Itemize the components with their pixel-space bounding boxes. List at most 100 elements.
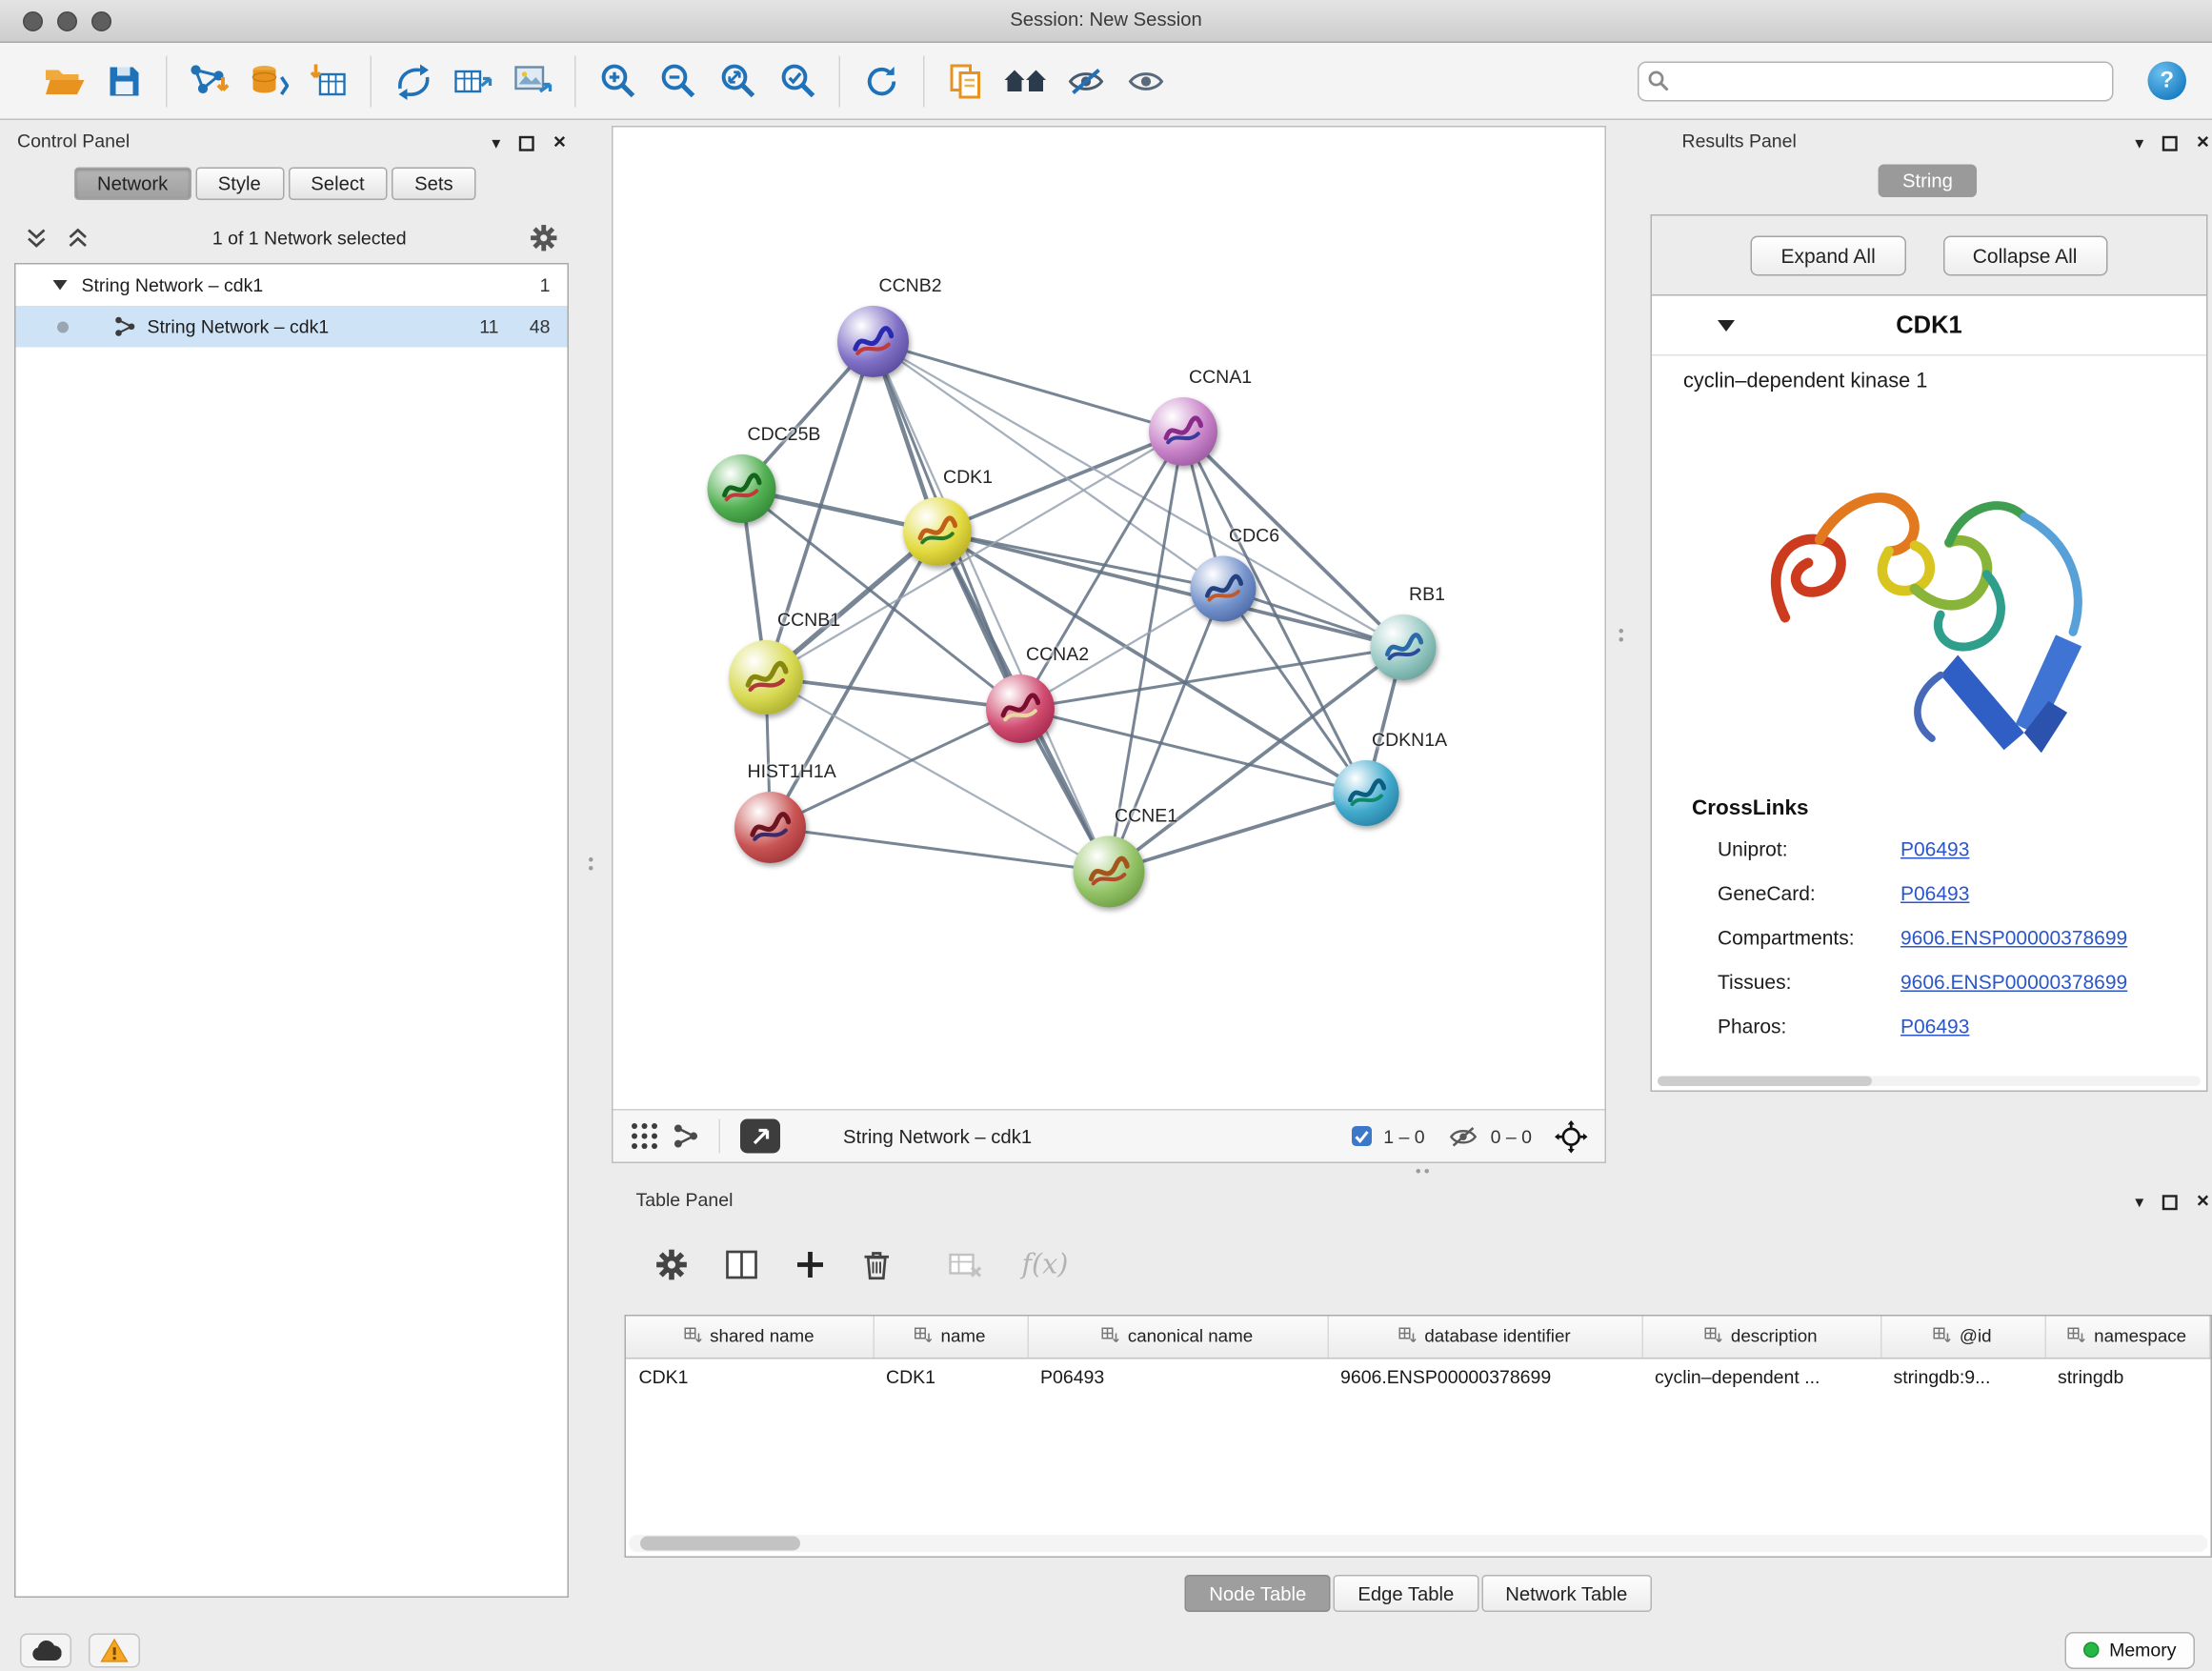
panel-float-icon[interactable]	[2162, 1194, 2179, 1210]
column-header[interactable]: database identifier	[1328, 1317, 1642, 1359]
right-splitter-handle[interactable]	[1615, 620, 1626, 649]
tab-network[interactable]: Network	[74, 168, 191, 201]
export-table-button[interactable]	[443, 50, 503, 111]
network-edge[interactable]	[874, 342, 1404, 648]
help-button[interactable]: ?	[2148, 62, 2187, 101]
import-table-from-file-button[interactable]	[299, 50, 359, 111]
tab-network-table[interactable]: Network Table	[1481, 1575, 1652, 1612]
show-all-button[interactable]	[1116, 50, 1176, 111]
crosslink-link[interactable]: P06493	[1900, 881, 1969, 904]
network-node-ccna2[interactable]	[986, 674, 1055, 743]
protein-section-header[interactable]: CDK1	[1652, 296, 2206, 356]
column-header[interactable]: name	[874, 1317, 1028, 1359]
network-edge[interactable]	[874, 342, 1184, 433]
network-share-icon[interactable]	[674, 1123, 699, 1149]
panel-close-icon[interactable]: ×	[553, 136, 566, 151]
table-row[interactable]: CDK1CDK1P064939606.ENSP00000378699cyclin…	[626, 1358, 2210, 1397]
network-edge[interactable]	[937, 532, 1403, 648]
open-in-browser-button[interactable]	[740, 1119, 780, 1154]
pan-crosshair-icon[interactable]	[1555, 1119, 1588, 1153]
network-node-ccnb1[interactable]	[729, 640, 803, 715]
title-bar[interactable]: Session: New Session	[0, 0, 2212, 43]
network-node-rb1[interactable]	[1371, 614, 1437, 680]
table-cell[interactable]: CDK1	[874, 1358, 1028, 1397]
left-splitter-handle[interactable]	[585, 849, 596, 877]
network-canvas[interactable]: CCNB2CCNA1CDC25BCDK1CDC6RB1CCNB1CCNA2CDK…	[613, 128, 1605, 1110]
tab-style[interactable]: Style	[195, 168, 284, 201]
expand-all-icon[interactable]	[68, 227, 90, 249]
table-cell[interactable]: cyclin–dependent ...	[1642, 1358, 1881, 1397]
cloud-status-button[interactable]	[20, 1633, 71, 1667]
zoom-out-button[interactable]	[648, 50, 708, 111]
column-header[interactable]: @id	[1880, 1317, 2045, 1359]
birdseye-grid-icon[interactable]	[631, 1122, 659, 1151]
disclosure-triangle-icon[interactable]	[53, 280, 68, 291]
network-node-ccna1[interactable]	[1149, 397, 1217, 466]
network-collection-row[interactable]: String Network – cdk1 1	[16, 265, 568, 307]
search-input[interactable]	[1638, 61, 2114, 101]
table-cell[interactable]: stringdb	[2045, 1358, 2210, 1397]
import-network-from-file-button[interactable]	[179, 50, 239, 111]
panel-float-icon[interactable]	[2162, 135, 2179, 151]
network-edge[interactable]	[1020, 709, 1366, 794]
network-snapshot-button[interactable]	[936, 50, 996, 111]
table-cell[interactable]: CDK1	[626, 1358, 874, 1397]
bottom-splitter-handle[interactable]	[1406, 1165, 1438, 1177]
crosslink-link[interactable]: P06493	[1900, 1014, 1969, 1037]
export-image-button[interactable]	[503, 50, 563, 111]
network-row[interactable]: String Network – cdk1 11 48	[16, 306, 568, 348]
memory-button[interactable]: Memory	[2065, 1632, 2195, 1669]
table-options-gear-icon[interactable]	[656, 1249, 688, 1280]
network-node-cdk1[interactable]	[903, 497, 972, 566]
network-edge[interactable]	[874, 342, 1110, 873]
tab-node-table[interactable]: Node Table	[1185, 1575, 1331, 1612]
panel-collapse-icon[interactable]: ▾	[2135, 1192, 2143, 1212]
table-cell[interactable]: 9606.ENSP00000378699	[1328, 1358, 1642, 1397]
delete-column-icon[interactable]	[863, 1249, 891, 1280]
column-header[interactable]: canonical name	[1028, 1317, 1328, 1359]
birds-eye-home-button[interactable]	[996, 50, 1056, 111]
selected-nodes-checkbox[interactable]	[1352, 1126, 1372, 1146]
scrollbar-thumb[interactable]	[640, 1537, 800, 1551]
tab-string[interactable]: String	[1879, 165, 1978, 198]
panel-float-icon[interactable]	[519, 135, 535, 151]
zoom-fit-button[interactable]	[708, 50, 768, 111]
zoom-in-button[interactable]	[588, 50, 648, 111]
panel-close-icon[interactable]: ×	[2197, 1195, 2209, 1209]
column-header[interactable]: description	[1642, 1317, 1881, 1359]
network-options-gear-icon[interactable]	[531, 224, 558, 252]
disclosure-triangle-icon[interactable]	[1718, 320, 1735, 332]
hidden-eye-icon[interactable]	[1448, 1124, 1479, 1149]
network-node-cdc25b[interactable]	[708, 454, 776, 523]
hide-selected-button[interactable]	[1056, 50, 1116, 111]
network-from-selection-button[interactable]	[383, 50, 443, 111]
tab-select[interactable]: Select	[288, 168, 387, 201]
network-node-hist1h1a[interactable]	[734, 792, 806, 863]
crosslink-link[interactable]: P06493	[1900, 836, 1969, 859]
network-edge[interactable]	[766, 677, 1020, 709]
show-columns-icon[interactable]	[726, 1251, 757, 1279]
network-node-ccnb2[interactable]	[837, 306, 909, 377]
save-session-button[interactable]	[94, 50, 154, 111]
column-header[interactable]: shared name	[626, 1317, 874, 1359]
import-network-from-database-button[interactable]	[239, 50, 299, 111]
warnings-button[interactable]	[89, 1633, 140, 1667]
network-node-cdc6[interactable]	[1191, 556, 1257, 622]
table-cell[interactable]: P06493	[1028, 1358, 1328, 1397]
open-session-button[interactable]	[34, 50, 94, 111]
table-horizontal-scrollbar[interactable]	[629, 1535, 2208, 1552]
table-cell[interactable]: stringdb:9...	[1880, 1358, 2045, 1397]
expand-all-button[interactable]: Expand All	[1751, 235, 1905, 275]
network-node-cdkn1a[interactable]	[1334, 760, 1399, 826]
column-header[interactable]: namespace	[2045, 1317, 2210, 1359]
zoom-selected-button[interactable]	[768, 50, 828, 111]
tab-edge-table[interactable]: Edge Table	[1334, 1575, 1478, 1612]
panel-collapse-icon[interactable]: ▾	[492, 133, 500, 153]
network-node-ccne1[interactable]	[1074, 836, 1145, 908]
panel-collapse-icon[interactable]: ▾	[2135, 133, 2143, 153]
create-column-icon[interactable]	[796, 1251, 825, 1279]
crosslink-link[interactable]: 9606.ENSP00000378699	[1900, 970, 2127, 993]
panel-close-icon[interactable]: ×	[2197, 136, 2209, 151]
collapse-all-icon[interactable]	[26, 227, 48, 249]
collapse-all-button[interactable]: Collapse All	[1942, 235, 2107, 275]
